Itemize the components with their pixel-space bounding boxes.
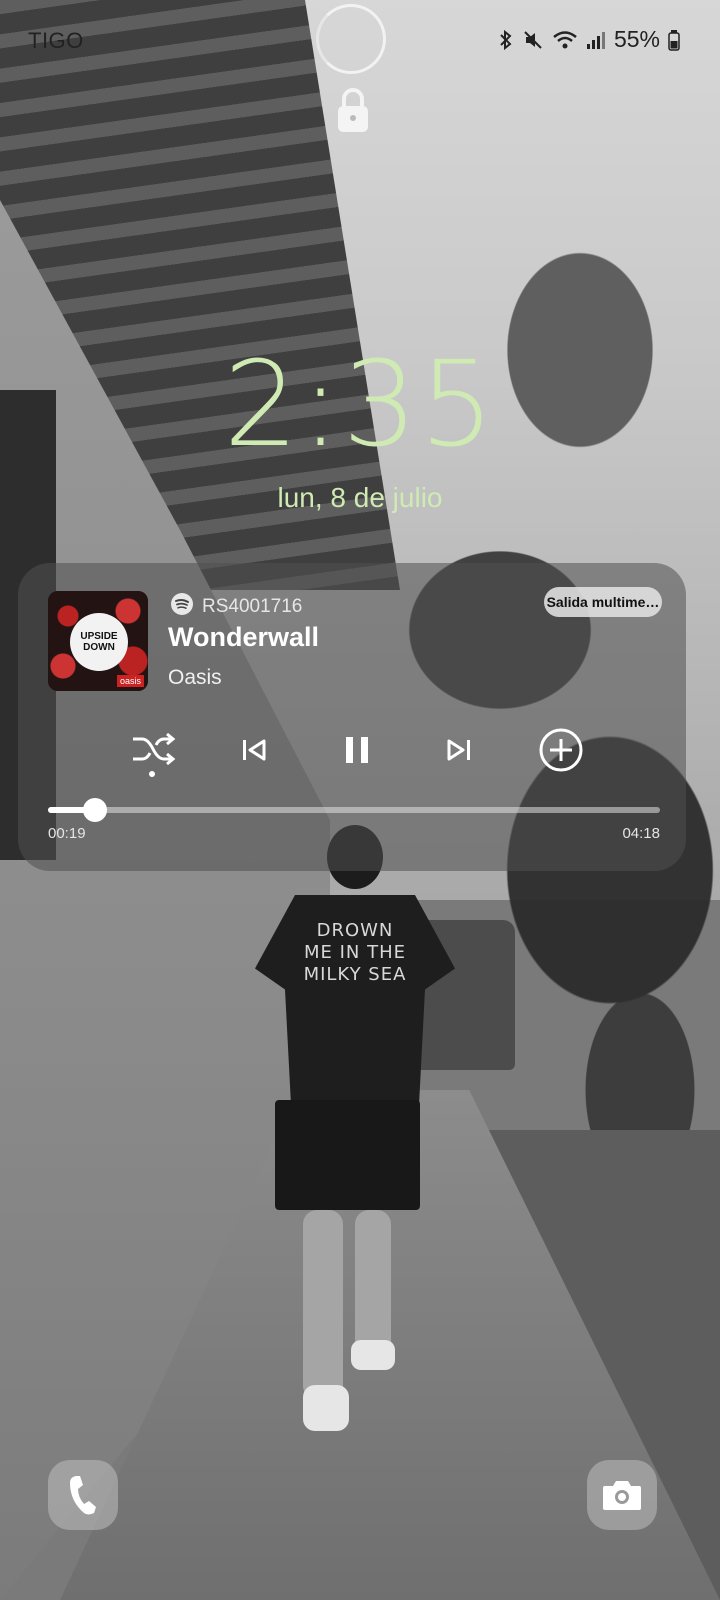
phone-icon[interactable] [48, 1460, 118, 1530]
status-bar: TIGO 55% [0, 0, 720, 80]
media-progress-knob[interactable] [82, 798, 107, 822]
song-artist: Oasis [168, 666, 222, 689]
battery-icon [668, 29, 680, 51]
carrier-label: TIGO [28, 28, 84, 53]
song-title: Wonderwall [168, 622, 320, 652]
pause-icon[interactable] [332, 725, 382, 775]
media-controls [18, 725, 686, 775]
lockscreen-clock: 2:35 [223, 335, 497, 473]
total-time: 04:18 [622, 825, 660, 842]
media-progress-bar[interactable] [48, 798, 660, 822]
media-source-name: RS4001716 [202, 595, 303, 617]
shuffle-active-dot [149, 771, 155, 777]
fingerprint-indicator [316, 4, 386, 74]
camera-icon[interactable] [587, 1460, 657, 1530]
previous-icon[interactable] [229, 725, 279, 775]
lockscreen-date: lun, 8 de julio [277, 482, 443, 513]
shirt-print: DROWN ME IN THE MILKY SEA [303, 920, 407, 985]
elapsed-time: 00:19 [48, 825, 86, 842]
next-icon[interactable] [434, 725, 484, 775]
wifi-icon [552, 29, 578, 51]
spotify-icon [170, 592, 194, 621]
album-art: UPSIDE DOWN oasis [48, 591, 148, 691]
signal-icon [586, 29, 606, 51]
mute-icon [522, 29, 544, 51]
battery-percent: 55% [613, 26, 660, 52]
wallpaper-person: DROWN ME IN THE MILKY SEA [255, 825, 455, 1435]
bluetooth-icon [498, 29, 514, 51]
media-player-card[interactable]: UPSIDE DOWN oasis RS4001716 Salida multi… [18, 563, 686, 871]
media-output-button[interactable]: Salida multime… [544, 587, 662, 617]
album-art-tag: oasis [116, 675, 144, 687]
album-art-title: UPSIDE DOWN [70, 613, 128, 671]
add-icon[interactable] [536, 725, 586, 775]
shuffle-icon[interactable] [128, 725, 178, 775]
padlock-icon [335, 86, 371, 134]
